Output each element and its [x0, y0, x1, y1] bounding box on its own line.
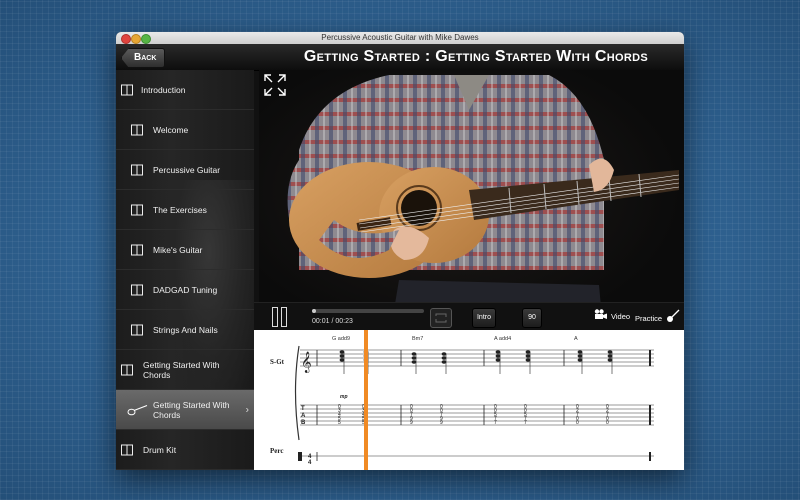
svg-text:9: 9	[440, 420, 443, 426]
sidebar-item-label: Drum Kit	[143, 444, 177, 455]
book-icon	[131, 284, 143, 295]
lesson-sidebar: Introduction Welcome Percussive Guitar T…	[116, 70, 254, 470]
svg-text:7: 7	[524, 420, 527, 426]
sidebar-item-label: The Exercises	[153, 204, 207, 215]
window-title: Percussive Acoustic Guitar with Mike Daw…	[321, 33, 479, 42]
sidebar-item-label: DADGAD Tuning	[153, 284, 218, 295]
sidebar-item-label: Mike's Guitar	[153, 244, 203, 255]
guitar-icon	[666, 309, 680, 329]
player-controls: 00:01 / 00:23 Intro 90 Video Practice	[254, 302, 684, 331]
percussion-clef-icon	[298, 452, 302, 461]
book-icon	[131, 324, 143, 335]
score-panel[interactable]: S-Gt Perc 𝄞 T A B mp 4 4 G add9 Bm7 A ad…	[254, 330, 684, 470]
book-icon	[131, 244, 143, 255]
dynamic-mark: mp	[340, 394, 348, 400]
chord-label: A	[574, 336, 578, 342]
video-toggle[interactable]: Video	[594, 309, 630, 325]
svg-text:0: 0	[576, 420, 579, 426]
sidebar-item-label: Welcome	[153, 124, 189, 135]
video-player[interactable]	[259, 70, 684, 340]
back-button[interactable]: Back	[121, 48, 166, 68]
sidebar-item-the-exercises[interactable]: The Exercises	[116, 190, 254, 230]
chord-label: G add9	[332, 336, 350, 342]
chord-label: A add4	[494, 336, 511, 342]
notation-svg: S-Gt Perc 𝄞 T A B mp 4 4 G add9 Bm7 A ad…	[270, 330, 654, 470]
loop-button[interactable]	[430, 308, 452, 328]
sidebar-item-label: Getting Started With Chords	[153, 399, 230, 420]
video-frame-guitarist	[287, 75, 680, 340]
app-window: Percussive Acoustic Guitar with Mike Daw…	[116, 32, 684, 470]
time-signature: 4	[308, 460, 312, 466]
sidebar-item-getting-started-with-chords-section[interactable]: Getting Started With Chords	[116, 350, 254, 390]
tab-label: A	[301, 413, 306, 419]
book-icon	[121, 364, 133, 375]
progress-fill	[312, 309, 317, 313]
sidebar-item-dadgad-tuning[interactable]: DADGAD Tuning	[116, 270, 254, 310]
note-stems	[343, 352, 613, 374]
sidebar-item-getting-started-with-chords[interactable]: Getting Started With Chords ›	[116, 390, 254, 430]
sidebar-item-welcome[interactable]: Welcome	[116, 110, 254, 150]
track-label-guitar: S-Gt	[270, 358, 285, 366]
tempo-button[interactable]: 90	[522, 308, 542, 328]
staff-lines	[300, 349, 654, 457]
sidebar-item-label: Percussive Guitar	[153, 164, 221, 175]
pause-button[interactable]	[272, 307, 288, 327]
camera-icon	[594, 309, 608, 325]
practice-toggle[interactable]: Practice	[635, 309, 680, 329]
sidebar-item-label: Getting Started With Chords	[143, 359, 220, 380]
track-label-percussion: Perc	[270, 447, 283, 455]
svg-text:9: 9	[410, 420, 413, 426]
time-display: 00:01 / 00:23	[312, 318, 353, 325]
book-icon	[121, 84, 133, 95]
chord-label: Bm7	[412, 336, 423, 342]
playhead-cursor[interactable]	[364, 330, 368, 470]
progress-bar[interactable]	[312, 309, 424, 313]
sidebar-item-label: Introduction	[141, 84, 186, 95]
svg-text:5: 5	[338, 420, 341, 426]
guitar-icon	[127, 404, 149, 415]
lesson-header: Back Getting Started : Getting Started W…	[116, 44, 684, 71]
svg-text:0: 0	[606, 420, 609, 426]
practice-label: Practice	[635, 313, 663, 323]
loop-icon	[435, 313, 447, 323]
svg-text:7: 7	[494, 420, 497, 426]
treble-clef-icon: 𝄞	[301, 352, 312, 373]
sidebar-item-mikes-guitar[interactable]: Mike's Guitar	[116, 230, 254, 270]
book-icon	[121, 444, 133, 455]
tab-label: T	[301, 406, 305, 412]
intro-button[interactable]: Intro	[472, 308, 496, 328]
book-icon	[131, 204, 143, 215]
book-icon	[131, 164, 143, 175]
staff-brace	[294, 345, 300, 441]
sidebar-item-percussive-guitar[interactable]: Percussive Guitar	[116, 150, 254, 190]
chevron-right-icon: ›	[245, 404, 249, 415]
tab-numbers: 03455 03455 00799 00799 00577 00577 0270…	[338, 404, 609, 426]
sidebar-item-drum-kit[interactable]: Drum Kit	[116, 430, 254, 470]
sidebar-item-introduction[interactable]: Introduction	[116, 70, 254, 110]
sidebar-item-strings-and-nails[interactable]: Strings And Nails	[116, 310, 254, 350]
video-label: Video	[611, 312, 631, 321]
chord-notes	[339, 350, 613, 364]
fullscreen-icon[interactable]	[264, 74, 286, 96]
tab-label: B	[301, 420, 306, 426]
book-icon	[131, 124, 143, 135]
page-title: Getting Started : Getting Started With C…	[303, 48, 648, 65]
sidebar-item-label: Strings And Nails	[153, 324, 218, 335]
